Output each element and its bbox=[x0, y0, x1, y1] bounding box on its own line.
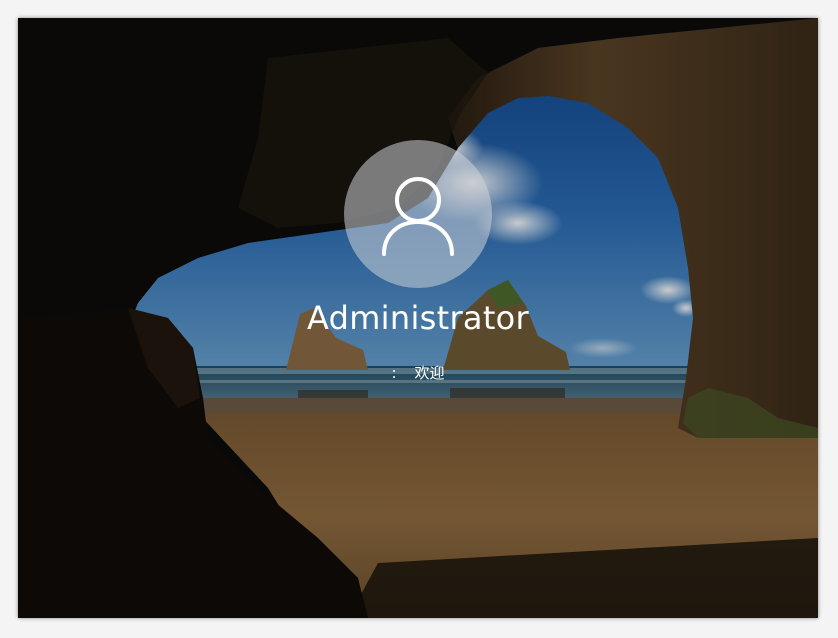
user-avatar bbox=[344, 140, 492, 288]
login-screen: Administrator : 欢迎 bbox=[18, 18, 818, 618]
user-silhouette-icon bbox=[382, 177, 454, 256]
welcome-text: 欢迎 bbox=[414, 364, 445, 382]
status-prefix: : bbox=[391, 364, 397, 382]
welcome-status: : 欢迎 bbox=[18, 364, 818, 382]
username-label: Administrator bbox=[306, 299, 530, 337]
